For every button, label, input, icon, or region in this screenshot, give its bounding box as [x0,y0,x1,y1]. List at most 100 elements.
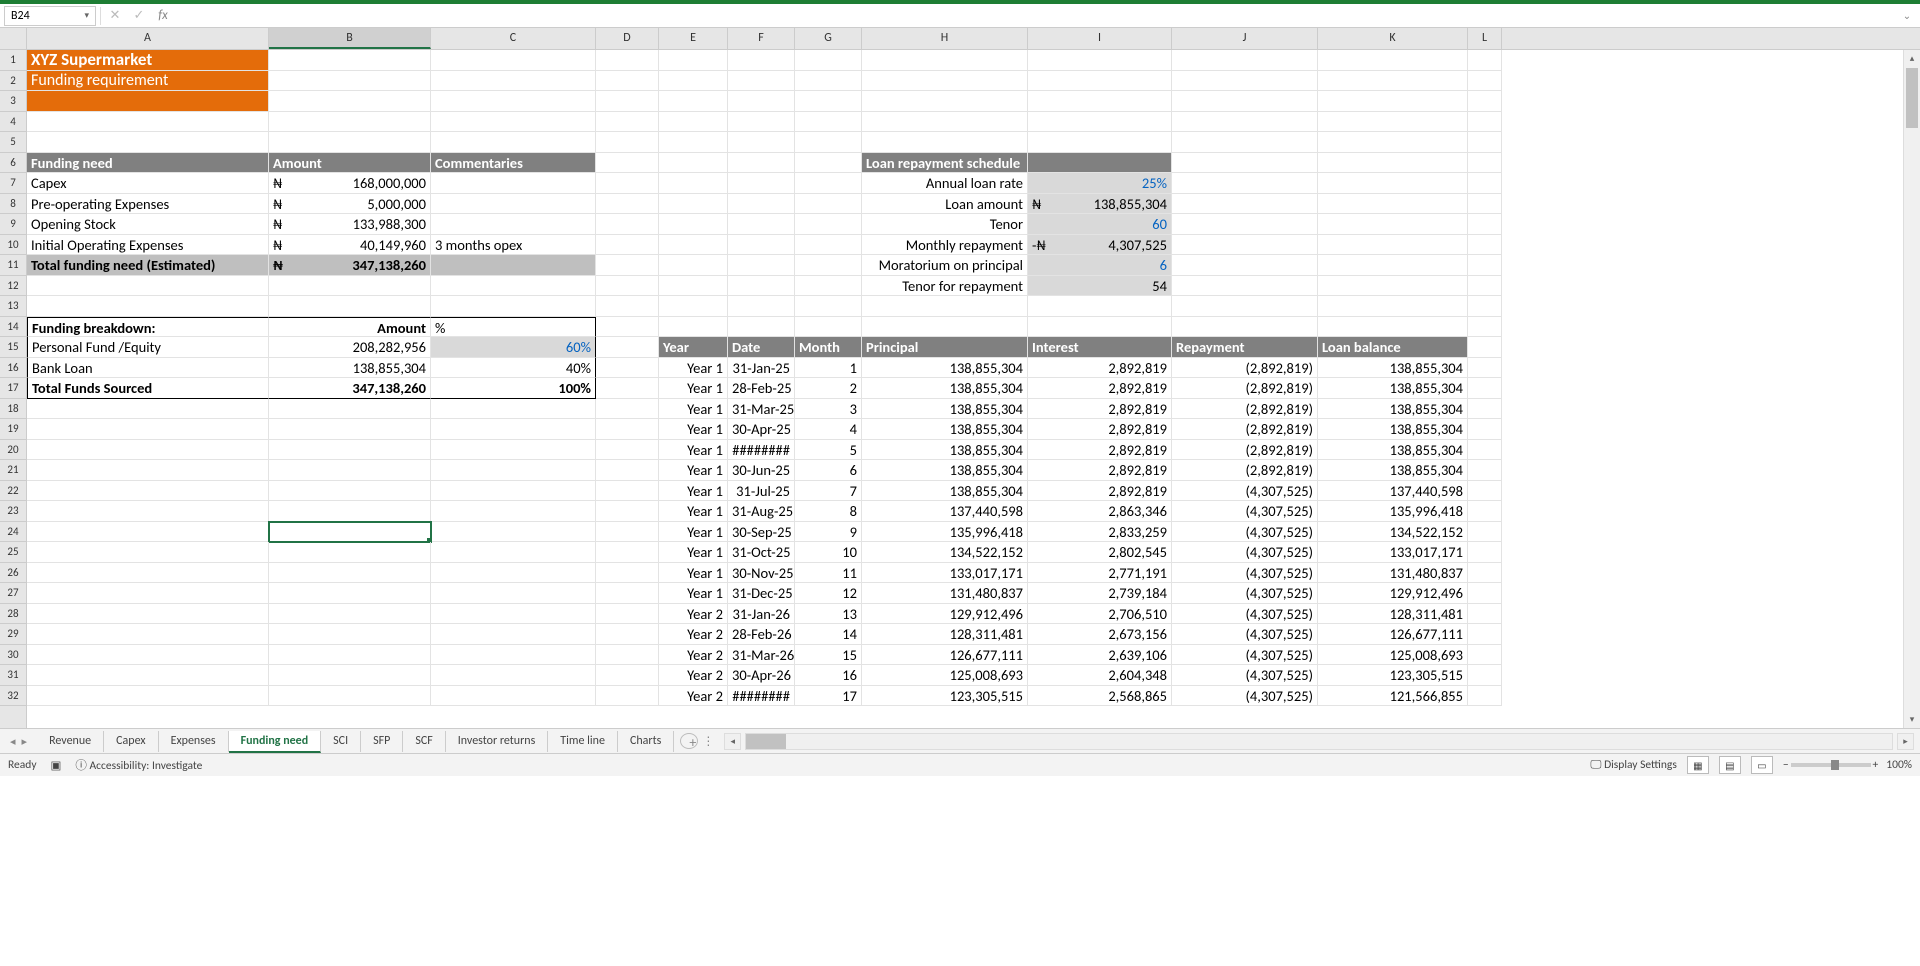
cell-C30[interactable] [431,645,596,666]
row-header-29[interactable]: 29 [0,624,26,645]
cell-E30[interactable]: Year 2 [659,645,728,666]
sheet-tab-investor-returns[interactable]: Investor returns [446,731,549,752]
cell-D30[interactable] [596,645,659,666]
cell-L17[interactable] [1468,378,1502,399]
cell-C1[interactable] [431,50,596,71]
view-page-break-button[interactable]: ▭ [1751,756,1773,774]
cell-D2[interactable] [596,71,659,92]
cell-G30[interactable]: 15 [795,645,862,666]
cell-I22[interactable]: 2,892,819 [1028,481,1172,502]
cell-G10[interactable] [795,235,862,256]
cell-F22[interactable]: 31-Jul-25 [728,481,795,502]
cell-G20[interactable]: 5 [795,440,862,461]
cell-F6[interactable] [728,153,795,174]
cell-J28[interactable]: (4,307,525) [1172,604,1318,625]
row-header-5[interactable]: 5 [0,132,26,153]
cell-L3[interactable] [1468,91,1502,112]
cell-E17[interactable]: Year 1 [659,378,728,399]
col-header-E[interactable]: E [659,28,728,49]
sheet-tab-sfp[interactable]: SFP [361,731,403,752]
cell-I9[interactable]: 60 [1028,214,1172,235]
cell-B9[interactable]: ₦133,988,300 [269,214,431,235]
cell-I5[interactable] [1028,132,1172,153]
cell-A23[interactable] [27,501,269,522]
cell-B5[interactable] [269,132,431,153]
cell-I13[interactable] [1028,296,1172,317]
cell-F8[interactable] [728,194,795,215]
cell-H4[interactable] [862,112,1028,133]
cell-C20[interactable] [431,440,596,461]
cell-C18[interactable] [431,399,596,420]
row-header-18[interactable]: 18 [0,399,26,420]
horizontal-scrollbar[interactable]: ◂ ▸ [718,733,1920,750]
cell-H16[interactable]: 138,855,304 [862,358,1028,379]
cell-K21[interactable]: 138,855,304 [1318,460,1468,481]
formula-input[interactable] [177,6,1894,26]
cell-I1[interactable] [1028,50,1172,71]
cell-I31[interactable]: 2,604,348 [1028,665,1172,686]
cell-D8[interactable] [596,194,659,215]
cell-D7[interactable] [596,173,659,194]
cell-K2[interactable] [1318,71,1468,92]
cell-D9[interactable] [596,214,659,235]
cell-H12[interactable]: Tenor for repayment [862,276,1028,297]
cell-G19[interactable]: 4 [795,419,862,440]
row-header-32[interactable]: 32 [0,686,26,707]
cell-D1[interactable] [596,50,659,71]
row-header-20[interactable]: 20 [0,440,26,461]
cell-I28[interactable]: 2,706,510 [1028,604,1172,625]
cell-K9[interactable] [1318,214,1468,235]
cell-K14[interactable] [1318,317,1468,338]
cell-J26[interactable]: (4,307,525) [1172,563,1318,584]
row-header-6[interactable]: 6 [0,153,26,174]
cell-J8[interactable] [1172,194,1318,215]
cell-C28[interactable] [431,604,596,625]
cell-E1[interactable] [659,50,728,71]
cell-H22[interactable]: 138,855,304 [862,481,1028,502]
scroll-up-icon[interactable]: ▴ [1904,50,1920,67]
cell-F24[interactable]: 30-Sep-25 [728,522,795,543]
cell-B13[interactable] [269,296,431,317]
cell-K8[interactable] [1318,194,1468,215]
zoom-slider[interactable] [1791,763,1871,767]
cell-H17[interactable]: 138,855,304 [862,378,1028,399]
cell-D12[interactable] [596,276,659,297]
cell-E5[interactable] [659,132,728,153]
cell-F21[interactable]: 30-Jun-25 [728,460,795,481]
cell-I11[interactable]: 6 [1028,255,1172,276]
cell-E13[interactable] [659,296,728,317]
cell-B30[interactable] [269,645,431,666]
cell-B14[interactable]: Amount [269,317,431,338]
cell-B4[interactable] [269,112,431,133]
cell-G21[interactable]: 6 [795,460,862,481]
cell-E15[interactable]: Year [659,337,728,358]
cell-G29[interactable]: 14 [795,624,862,645]
cell-E20[interactable]: Year 1 [659,440,728,461]
cell-K31[interactable]: 123,305,515 [1318,665,1468,686]
cell-F10[interactable] [728,235,795,256]
cell-L1[interactable] [1468,50,1502,71]
cell-K20[interactable]: 138,855,304 [1318,440,1468,461]
cell-K25[interactable]: 133,017,171 [1318,542,1468,563]
row-header-21[interactable]: 21 [0,460,26,481]
cell-I19[interactable]: 2,892,819 [1028,419,1172,440]
cell-H3[interactable] [862,91,1028,112]
cell-J24[interactable]: (4,307,525) [1172,522,1318,543]
cell-C7[interactable] [431,173,596,194]
cell-K17[interactable]: 138,855,304 [1318,378,1468,399]
cell-L32[interactable] [1468,686,1502,707]
cell-H27[interactable]: 131,480,837 [862,583,1028,604]
cell-C12[interactable] [431,276,596,297]
cell-L11[interactable] [1468,255,1502,276]
cell-K23[interactable]: 135,996,418 [1318,501,1468,522]
col-header-L[interactable]: L [1468,28,1502,49]
cell-K30[interactable]: 125,008,693 [1318,645,1468,666]
cell-G23[interactable]: 8 [795,501,862,522]
cell-J14[interactable] [1172,317,1318,338]
cell-I6[interactable] [1028,153,1172,174]
cell-E32[interactable]: Year 2 [659,686,728,707]
cell-A20[interactable] [27,440,269,461]
tab-nav[interactable]: ◂ ▸ [0,735,37,748]
cell-B29[interactable] [269,624,431,645]
cell-J22[interactable]: (4,307,525) [1172,481,1318,502]
